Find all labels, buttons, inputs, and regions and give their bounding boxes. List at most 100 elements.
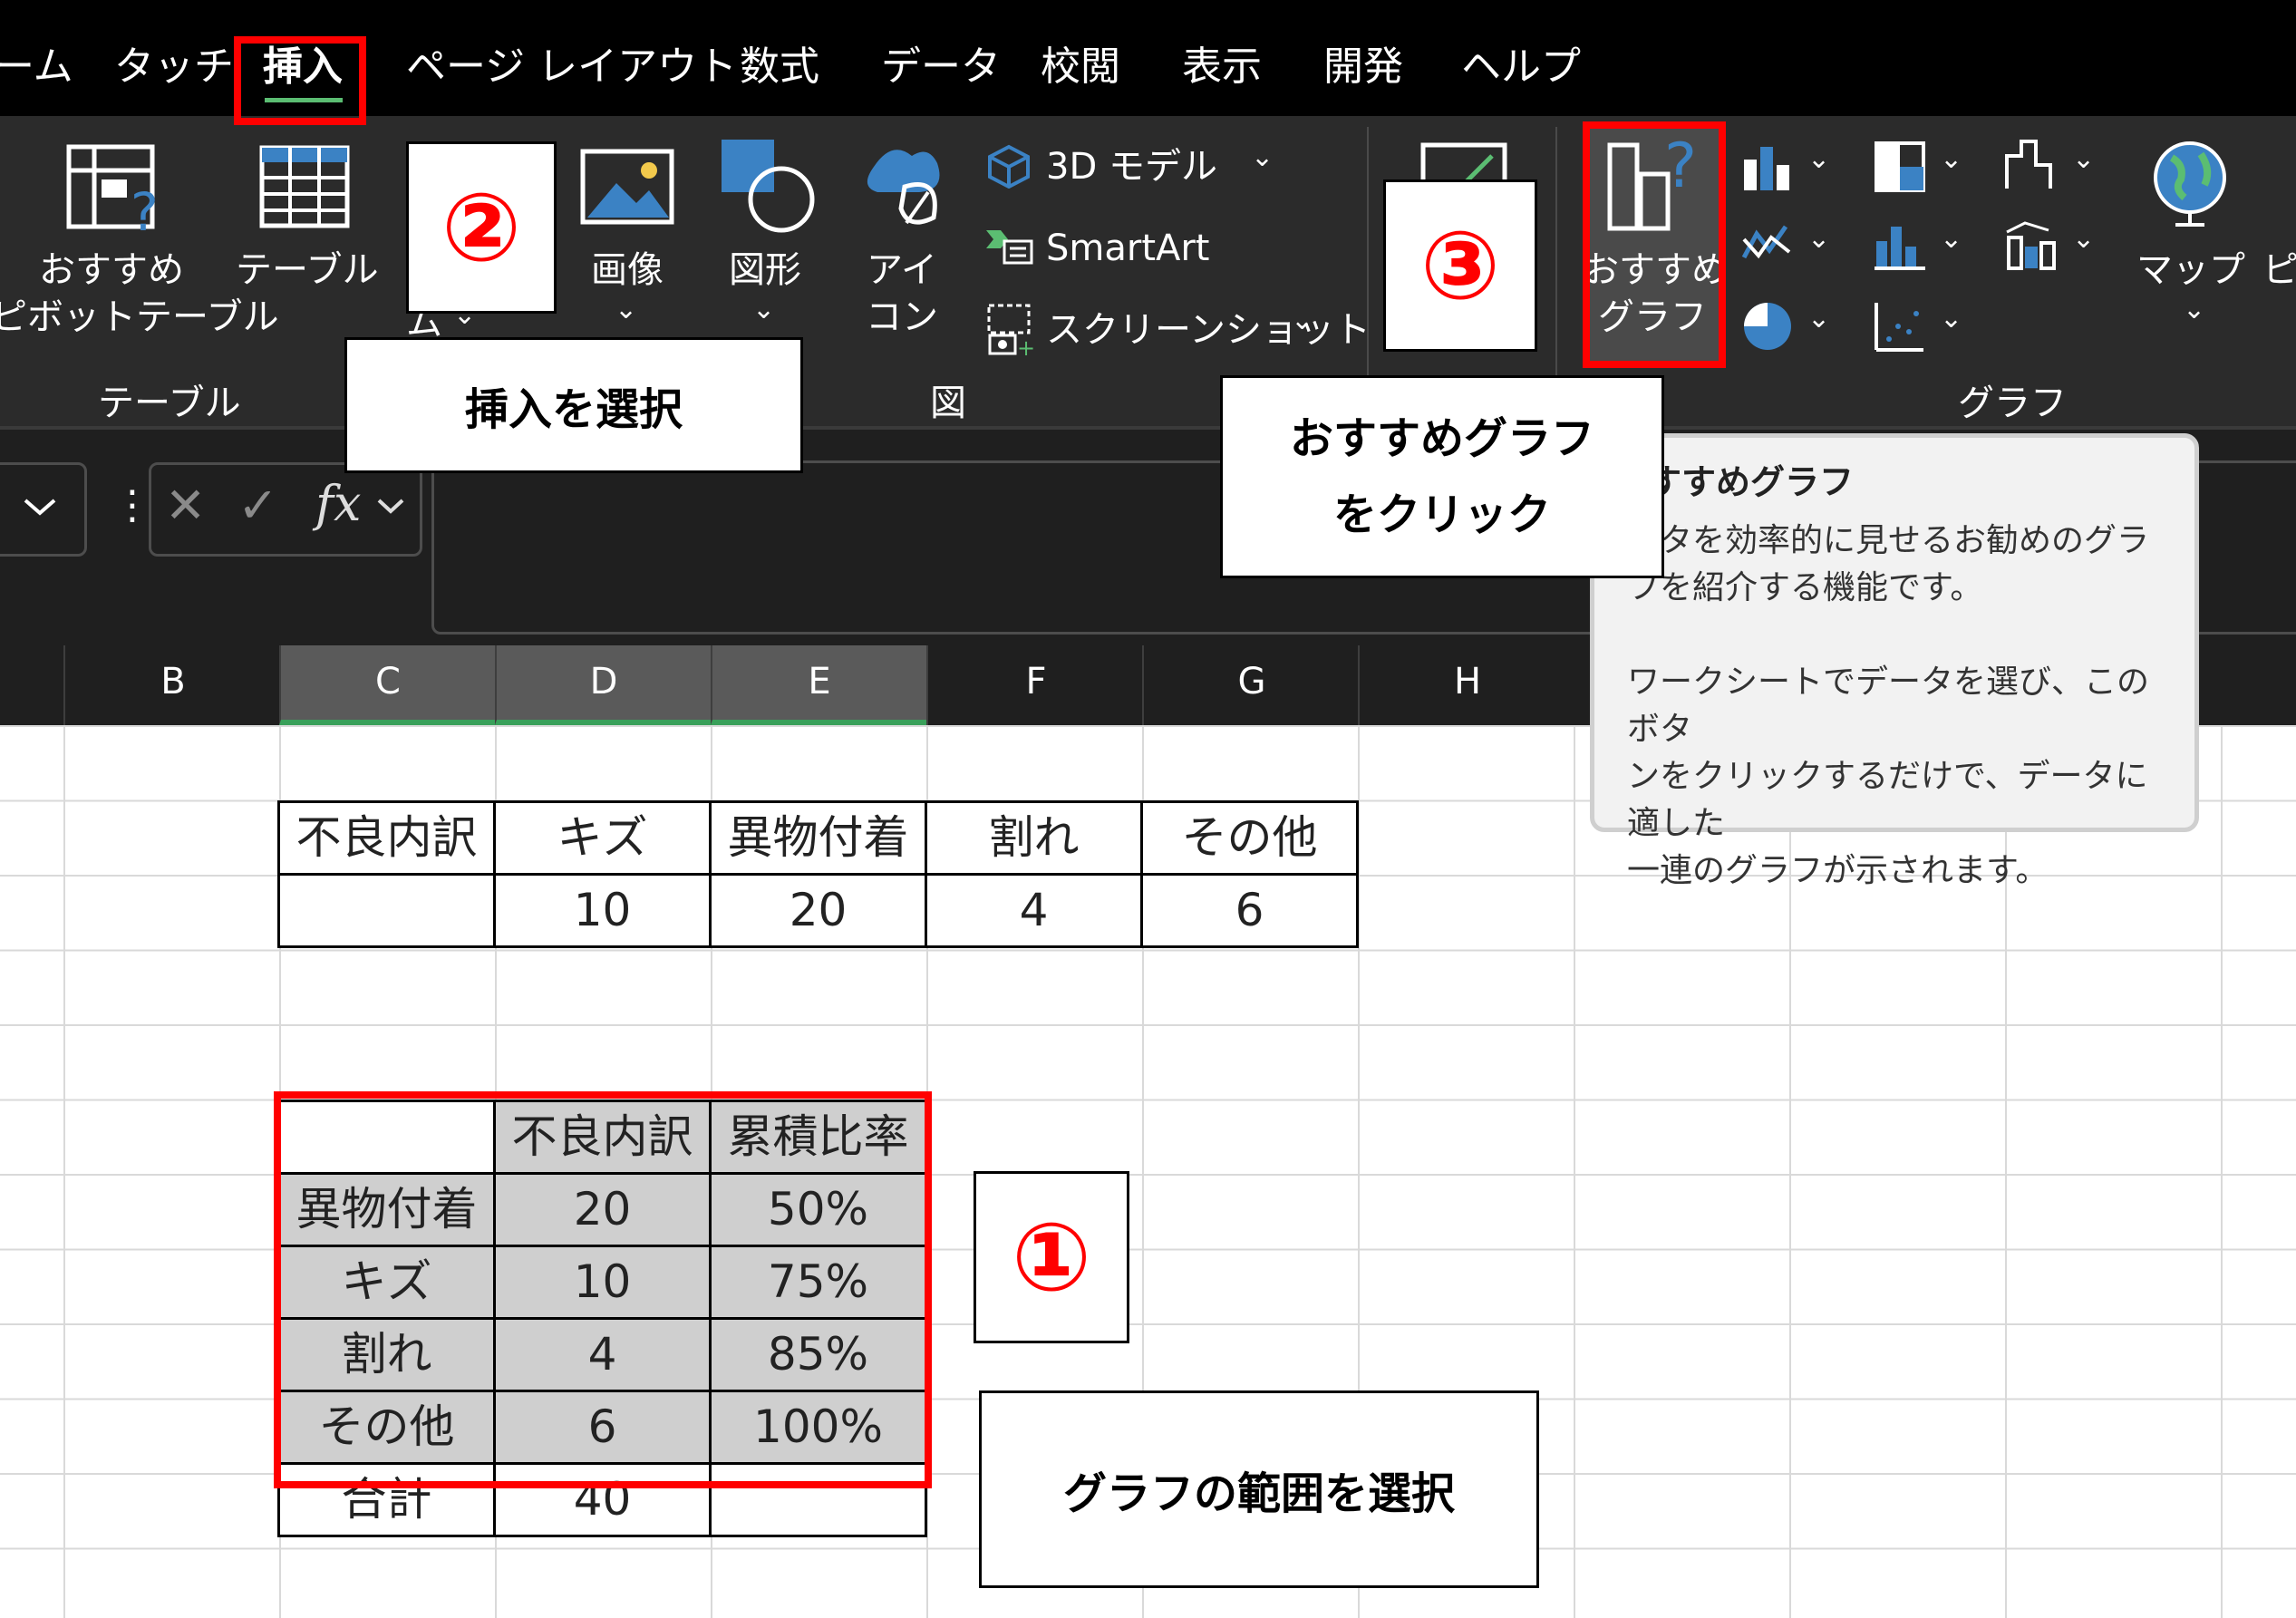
table-cell[interactable] bbox=[277, 873, 496, 948]
pie-chart-icon[interactable] bbox=[1740, 299, 1795, 354]
step-3-note: おすすめグラフ をクリック bbox=[1220, 375, 1664, 578]
tooltip-line: フを紹介する機能です。 bbox=[1627, 569, 1983, 606]
chevron-down-icon[interactable]: ⌄ bbox=[1251, 141, 1274, 173]
chevron-down-icon[interactable]: ⌄ bbox=[2072, 223, 2095, 255]
chevron-down-icon[interactable] bbox=[375, 497, 406, 518]
svg-text:?: ? bbox=[131, 181, 159, 234]
chevron-down-icon[interactable]: ⌄ bbox=[752, 294, 775, 325]
table-cell[interactable]: 異物付着 bbox=[709, 800, 927, 876]
line-chart-icon[interactable] bbox=[1740, 221, 1795, 266]
column-header-b[interactable]: B bbox=[63, 645, 281, 725]
chevron-down-icon[interactable]: ⌄ bbox=[1291, 305, 1313, 336]
column-chart-icon[interactable] bbox=[1740, 141, 1795, 192]
tab-home[interactable]: ーム bbox=[0, 40, 73, 94]
tab-view[interactable]: 表示 bbox=[1182, 40, 1262, 94]
ribbon-separator bbox=[1555, 127, 1557, 399]
tooltip-line: ータを効率的に見せるお勧めのグラ bbox=[1627, 522, 2150, 559]
table-label[interactable]: テーブル bbox=[236, 247, 379, 294]
column-header-e[interactable]: E bbox=[711, 645, 926, 725]
scatter-chart-icon[interactable] bbox=[1873, 299, 1927, 354]
group-label-figure: 図 bbox=[930, 383, 966, 424]
column-header-d[interactable]: D bbox=[495, 645, 711, 725]
chevron-down-icon[interactable]: ⌄ bbox=[2072, 143, 2095, 175]
step-2-note: 挿入を選択 bbox=[344, 337, 803, 473]
globe-map-icon bbox=[2154, 141, 2226, 227]
column-header-f[interactable]: F bbox=[926, 645, 1144, 725]
tab-review[interactable]: 校閲 bbox=[1041, 40, 1120, 94]
icons-label-1[interactable]: アイ bbox=[861, 247, 943, 294]
group-label-chart: グラフ bbox=[1958, 383, 2067, 424]
tooltip-line: 一連のグラフが示されます。 bbox=[1627, 852, 2049, 889]
tab-page-layout[interactable]: ページ レイアウト bbox=[406, 40, 737, 94]
tooltip-line: ワークシートでデータを選び、このボタ bbox=[1627, 664, 2150, 748]
tooltip-line: ンをクリックするだけで、データに適した bbox=[1627, 758, 2148, 842]
tooltip-title: すすめグラフ bbox=[1647, 462, 1855, 502]
group-label-table: テーブル bbox=[98, 383, 241, 424]
chevron-down-icon[interactable]: ⌄ bbox=[1807, 143, 1830, 175]
recommended-pivot-icon: ? bbox=[66, 144, 159, 234]
step-1-number: ① bbox=[974, 1171, 1129, 1343]
chevron-down-icon[interactable]: ⌄ bbox=[615, 294, 637, 325]
column-header-h[interactable]: H bbox=[1358, 645, 1575, 725]
recommended-chart-highlight bbox=[1583, 121, 1726, 368]
enter-icon[interactable]: ✓ bbox=[237, 477, 278, 534]
svg-text:+: + bbox=[1017, 335, 1033, 355]
chevron-down-icon[interactable]: ⌄ bbox=[1940, 303, 1962, 334]
table-cell[interactable]: 割れ bbox=[925, 800, 1143, 876]
tab-developer[interactable]: 開発 bbox=[1323, 40, 1403, 94]
table-cell[interactable]: その他 bbox=[1140, 800, 1359, 876]
tooltip-description-1: ータを効率的に見せるお勧めのグラ フを紹介する機能です。 bbox=[1627, 518, 2180, 612]
table-cell[interactable]: 不良内訳 bbox=[277, 800, 496, 876]
chevron-down-icon[interactable]: ⌄ bbox=[2183, 294, 2205, 325]
insert-tab-highlight bbox=[234, 36, 366, 125]
shapes-icon bbox=[722, 140, 815, 233]
table-cell[interactable]: キズ bbox=[493, 800, 712, 876]
insert-function-icon[interactable]: fx bbox=[315, 475, 361, 532]
chevron-down-icon[interactable]: ⌄ bbox=[1807, 223, 1830, 255]
smartart-label[interactable]: SmartArt bbox=[1046, 225, 1210, 272]
tab-help[interactable]: ヘルプ bbox=[1461, 40, 1581, 94]
waterfall-chart-icon[interactable] bbox=[2003, 138, 2058, 192]
tab-formulas[interactable]: 数式 bbox=[740, 40, 819, 94]
chevron-down-icon[interactable]: ⌄ bbox=[1940, 143, 1962, 175]
picture-icon bbox=[580, 149, 674, 225]
partial-ribbon-label[interactable]: ピ bbox=[2262, 247, 2296, 294]
tooltip-description-2: ワークシートでデータを選び、このボタ ンをクリックするだけで、データに適した 一… bbox=[1627, 659, 2180, 895]
recommended-pivot-label-2[interactable]: ピボットテーブル bbox=[0, 294, 279, 341]
combo-chart-icon[interactable] bbox=[2003, 219, 2058, 272]
3d-model-icon bbox=[988, 144, 1030, 189]
statistic-chart-icon[interactable] bbox=[1873, 219, 1927, 272]
formula-bar-grip-icon[interactable]: ⋮ bbox=[112, 482, 152, 528]
recommended-pivot-label-1[interactable]: おすすめ bbox=[0, 247, 223, 294]
table-icon bbox=[259, 145, 350, 228]
chevron-down-icon[interactable]: ⌄ bbox=[1940, 223, 1962, 255]
smartart-icon bbox=[986, 230, 1033, 265]
table-cell[interactable]: 20 bbox=[709, 873, 927, 948]
table-cell[interactable]: 4 bbox=[925, 873, 1143, 948]
step-3-note-line-1: おすすめグラフ bbox=[1289, 413, 1594, 464]
cancel-icon[interactable]: ✕ bbox=[165, 477, 206, 534]
icons-icon bbox=[867, 150, 940, 225]
step-3-note-line-2: をクリック bbox=[1332, 489, 1551, 540]
chevron-down-icon[interactable] bbox=[22, 497, 58, 518]
picture-label[interactable]: 画像 bbox=[571, 247, 683, 294]
table-cell[interactable]: 10 bbox=[493, 873, 712, 948]
screenshot-label[interactable]: スクリーンショット bbox=[1046, 306, 1371, 354]
defect-breakdown-table: 不良内訳 キズ 異物付着 割れ その他 10 20 4 6 bbox=[277, 800, 1359, 948]
icons-label-2[interactable]: コン bbox=[861, 294, 943, 341]
step-3-number: ③ bbox=[1383, 179, 1537, 352]
map-label[interactable]: マップ bbox=[2136, 247, 2246, 294]
shapes-label[interactable]: 図形 bbox=[709, 247, 821, 294]
hierarchy-chart-icon[interactable] bbox=[1873, 140, 1927, 194]
tab-data[interactable]: データ bbox=[881, 40, 1001, 94]
3d-model-label[interactable]: 3D モデル bbox=[1046, 143, 1217, 190]
table-cell[interactable]: 6 bbox=[1140, 873, 1359, 948]
recommended-chart-tooltip: すすめグラフ ータを効率的に見せるお勧めのグラ フを紹介する機能です。 ワークシ… bbox=[1590, 433, 2199, 889]
chevron-down-icon[interactable]: ⌄ bbox=[1807, 303, 1830, 334]
column-header-g[interactable]: G bbox=[1142, 645, 1360, 725]
ribbon-separator bbox=[1367, 127, 1369, 399]
selected-range-highlight bbox=[274, 1091, 932, 1488]
tab-touch[interactable]: タッチ bbox=[114, 40, 234, 94]
screenshot-icon: + bbox=[987, 304, 1033, 355]
column-header-c[interactable]: C bbox=[279, 645, 495, 725]
